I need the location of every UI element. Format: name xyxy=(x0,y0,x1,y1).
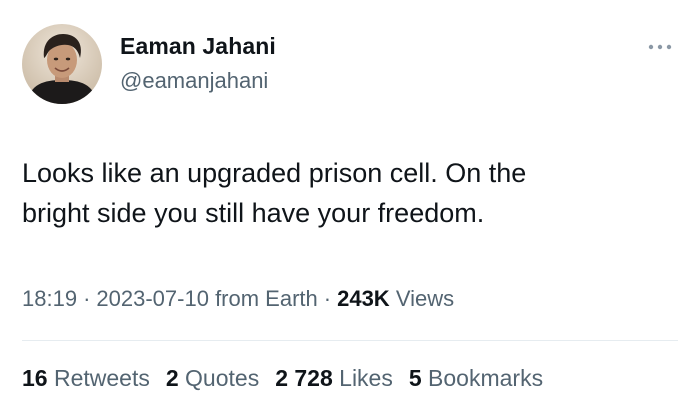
retweets-label: Retweets xyxy=(53,365,150,391)
views-label: Views xyxy=(395,286,455,311)
more-horizontal-icon xyxy=(648,37,672,55)
meta-separator: · xyxy=(83,286,91,311)
tweet-card: Eaman Jahani @eamanjahani Looks like an … xyxy=(0,0,700,414)
views-count: 243K xyxy=(337,286,390,311)
likes-count: 2 728 xyxy=(275,365,333,391)
retweets-stat[interactable]: 16 Retweets xyxy=(22,365,150,392)
tweet-source: from Earth xyxy=(215,286,318,311)
bookmarks-stat[interactable]: 5 Bookmarks xyxy=(409,365,543,392)
likes-label: Likes xyxy=(339,365,393,391)
tweet-time[interactable]: 18:19 xyxy=(22,286,77,311)
avatar[interactable] xyxy=(22,24,102,104)
tweet-text-line: bright side you still have your freedom. xyxy=(22,198,485,228)
likes-stat[interactable]: 2 728 Likes xyxy=(275,365,393,392)
quotes-count: 2 xyxy=(165,365,179,391)
bookmarks-count: 5 xyxy=(408,365,422,391)
tweet-meta: 18:19 · 2023-07-10 from Earth · 243K Views xyxy=(22,286,454,312)
retweets-count: 16 xyxy=(22,365,48,391)
quotes-stat[interactable]: 2 Quotes xyxy=(166,365,259,392)
divider xyxy=(22,340,678,341)
tweet-text-line: Looks like an upgraded prison cell. On t… xyxy=(22,158,527,188)
quotes-label: Quotes xyxy=(185,365,260,391)
author-name[interactable]: Eaman Jahani xyxy=(120,33,276,60)
bookmarks-label: Bookmarks xyxy=(428,365,544,391)
author-handle[interactable]: @eamanjahani xyxy=(120,68,268,94)
tweet-date[interactable]: 2023-07-10 xyxy=(96,286,209,311)
engagement-stats: 16 Retweets 2 Quotes 2 728 Likes 5 Bookm… xyxy=(22,365,543,392)
tweet-text: Looks like an upgraded prison cell. On t… xyxy=(22,153,682,233)
meta-separator: · xyxy=(323,286,332,311)
more-options-button[interactable] xyxy=(642,34,678,58)
